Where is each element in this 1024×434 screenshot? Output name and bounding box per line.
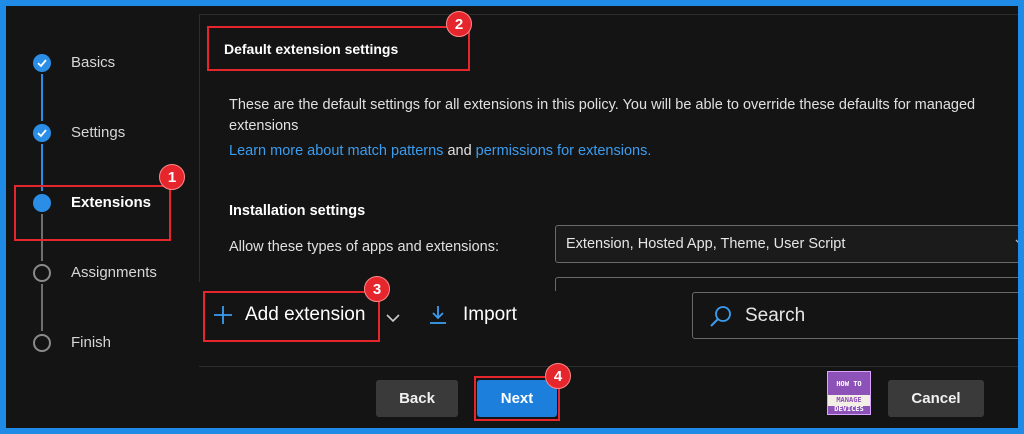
import-button[interactable]: Import — [427, 304, 517, 326]
match-patterns-link[interactable]: Learn more about match patterns — [229, 143, 443, 159]
step-label: Finish — [71, 334, 112, 351]
logo-text: MANAGE — [836, 396, 862, 404]
and-text: and — [447, 143, 472, 159]
import-icon — [430, 306, 446, 324]
step-assignments[interactable]: Assignments — [30, 261, 190, 285]
back-button[interactable]: Back — [376, 380, 458, 417]
search-icon — [710, 305, 731, 327]
allow-types-label: Allow these types of apps and extensions… — [229, 239, 500, 255]
panel-description: These are the default settings for all e… — [229, 97, 976, 134]
cancel-button[interactable]: Cancel — [888, 380, 984, 417]
search-input[interactable]: Search — [692, 292, 1018, 339]
footer-divider — [199, 366, 1018, 367]
help-links: Learn more about match patterns and perm… — [229, 143, 651, 159]
step-finish[interactable]: Finish — [30, 331, 190, 355]
installation-settings-heading: Installation settings — [229, 203, 366, 219]
pending-step-icon — [33, 334, 51, 352]
callout-badge-4: 4 — [545, 363, 571, 389]
chevron-down-icon — [1015, 239, 1018, 243]
default-settings-highlight — [207, 26, 470, 71]
callout-badge-2: 2 — [446, 11, 472, 37]
logo-text: HOW TO — [836, 380, 862, 388]
step-label: Assignments — [71, 264, 157, 281]
step-connector — [41, 144, 43, 191]
add-extension-highlight — [203, 291, 380, 342]
allowed-types-dropdown[interactable]: Extension, Hosted App, Theme, User Scrip… — [555, 225, 1018, 263]
checkmark-icon — [33, 124, 51, 142]
step-connector — [41, 284, 43, 331]
extensions-step-highlight — [14, 185, 171, 241]
chevron-down-icon[interactable] — [385, 312, 401, 324]
pending-step-icon — [33, 264, 51, 282]
search-placeholder: Search — [745, 304, 806, 326]
import-label: Import — [463, 304, 517, 325]
callout-badge-3: 3 — [364, 276, 390, 302]
how-to-manage-devices-logo: HOW TO MANAGE DEVICES — [827, 371, 871, 415]
step-settings[interactable]: Settings — [30, 121, 190, 145]
step-basics[interactable]: Basics — [30, 51, 190, 75]
permissions-link[interactable]: permissions for extensions. — [476, 143, 652, 159]
wizard-frame: Basics Settings Extensions Assignments F… — [6, 6, 1018, 428]
step-label: Basics — [71, 54, 116, 71]
logo-text: DEVICES — [834, 405, 864, 413]
step-label: Settings — [71, 124, 126, 141]
dropdown-value: Extension, Hosted App, Theme, User Scrip… — [566, 236, 846, 252]
step-connector — [41, 74, 43, 121]
checkmark-icon — [33, 54, 51, 72]
callout-badge-1: 1 — [159, 164, 185, 190]
